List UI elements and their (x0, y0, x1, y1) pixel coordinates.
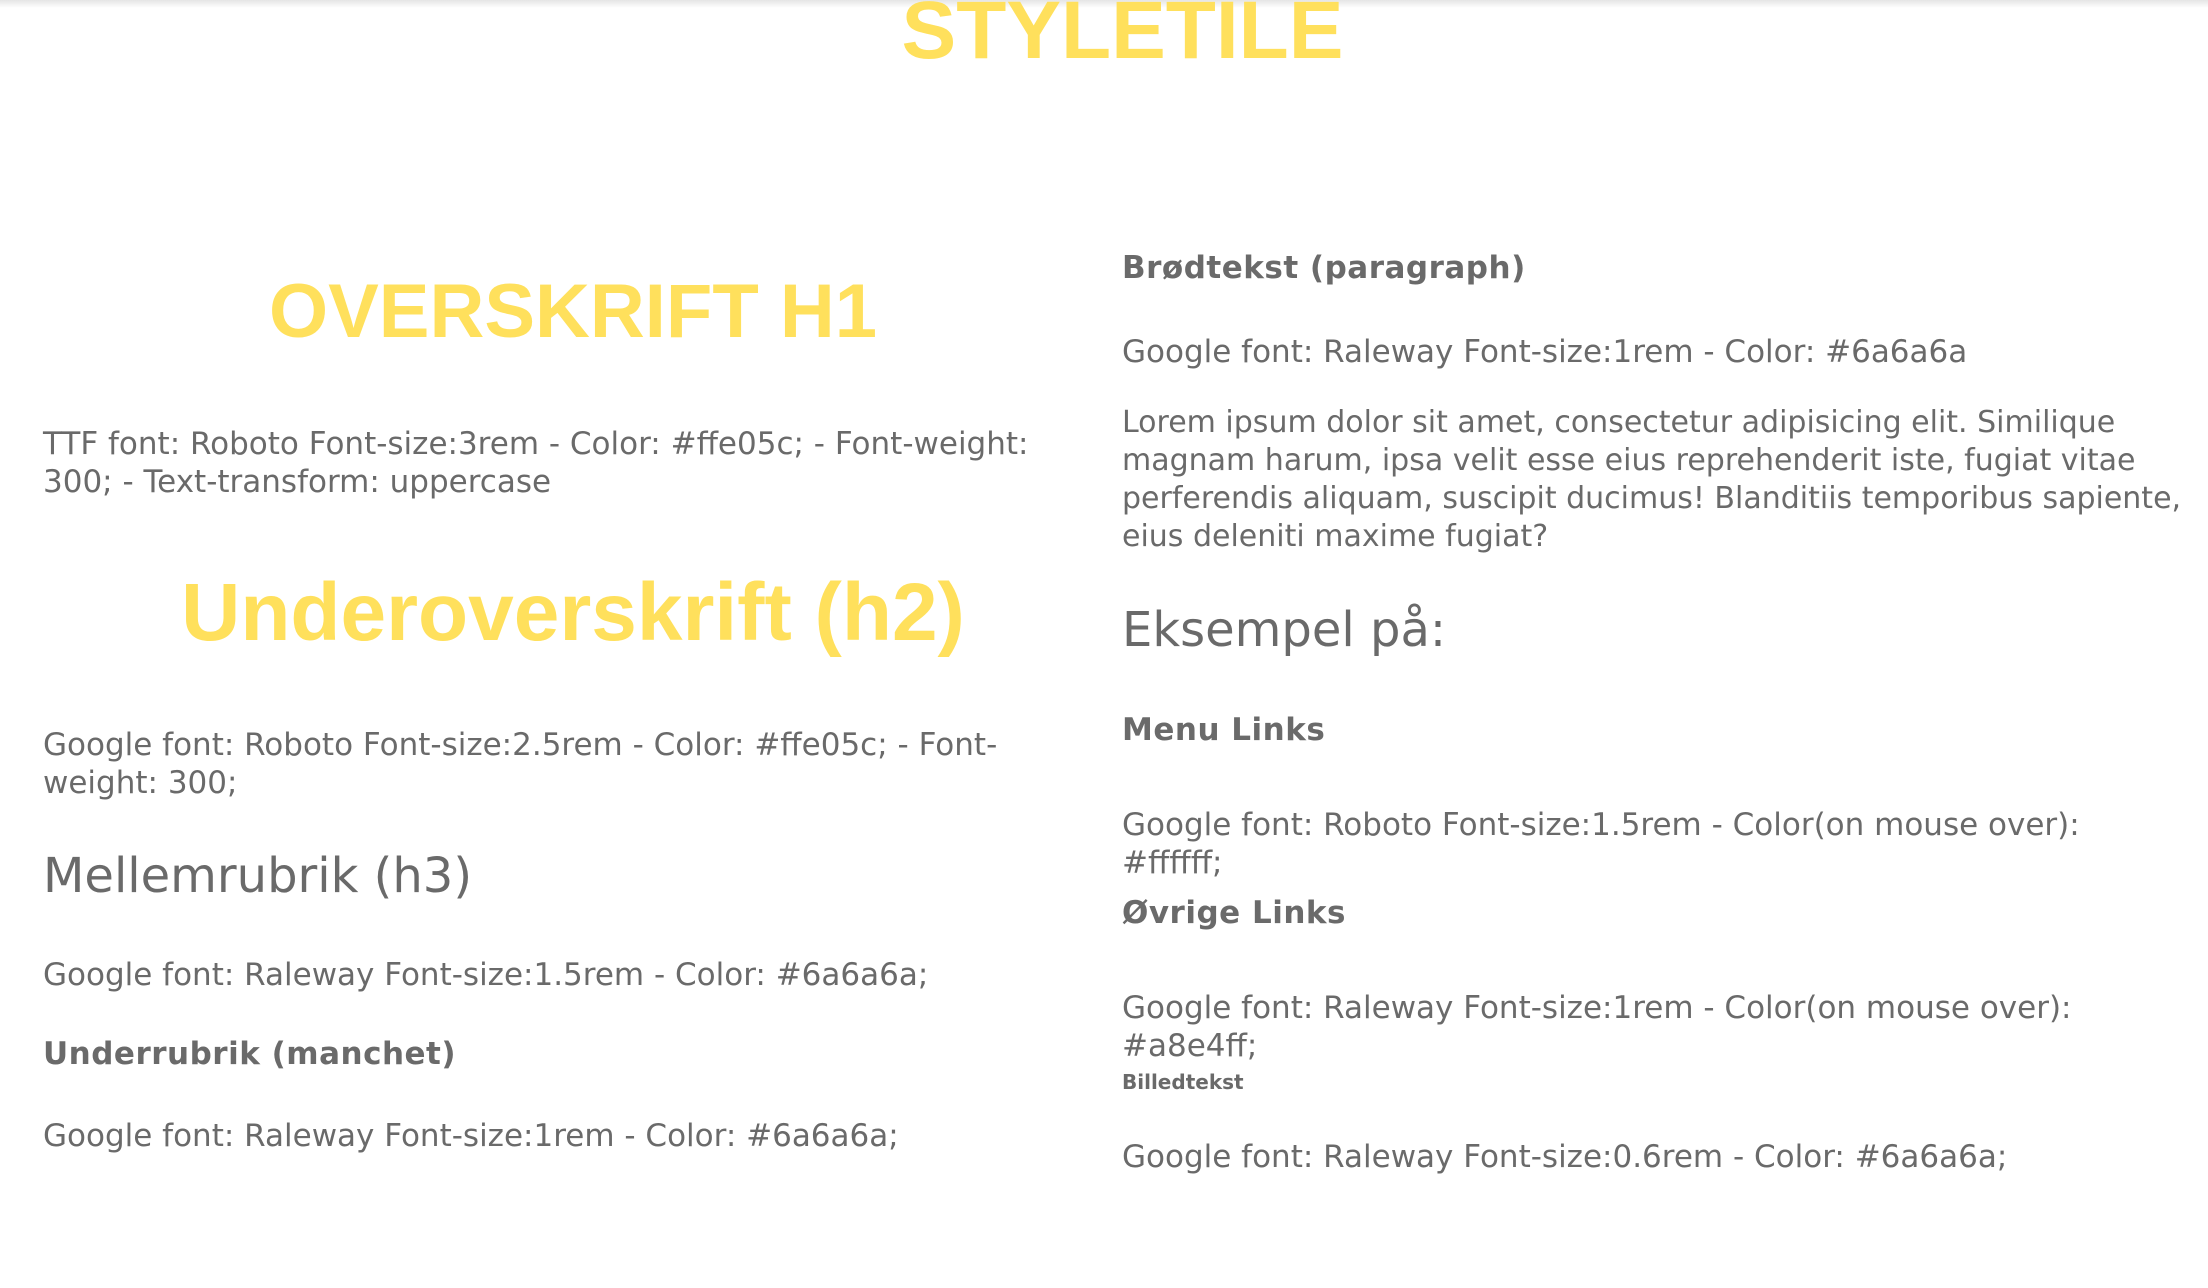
h1-sample-heading: OVERSKRIFT H1 (268, 269, 878, 354)
page-title: STYLETILE (901, 0, 1344, 76)
caption-heading: Billedtekst (1122, 1070, 1244, 1094)
paragraph-heading: Brødtekst (paragraph) (1122, 250, 1526, 286)
menu-links-heading: Menu Links (1122, 712, 1326, 748)
h4-sample-heading: Underrubrik (manchet) (43, 1036, 457, 1072)
h1-description: TTF font: Roboto Font-size:3rem - Color:… (43, 426, 1029, 500)
other-links-heading: Øvrige Links (1122, 895, 1346, 931)
caption-description: Google font: Raleway Font-size:0.6rem - … (1122, 1139, 2008, 1175)
example-heading: Eksempel på: (1122, 602, 1447, 658)
h2-description: Google font: Roboto Font-size:2.5rem - C… (43, 727, 998, 801)
h4-description: Google font: Raleway Font-size:1rem - Co… (43, 1118, 899, 1154)
h3-sample-heading: Mellemrubrik (h3) (43, 848, 473, 904)
lorem-paragraph: Lorem ipsum dolor sit amet, consectetur … (1122, 405, 2182, 554)
paragraph-description: Google font: Raleway Font-size:1rem - Co… (1122, 334, 1968, 370)
other-links-description: Google font: Raleway Font-size:1rem - Co… (1122, 990, 2072, 1064)
h2-sample-heading: Underoverskrift (h2) (181, 567, 965, 658)
menu-links-description: Google font: Roboto Font-size:1.5rem - C… (1122, 807, 2080, 881)
h3-description: Google font: Raleway Font-size:1.5rem - … (43, 957, 929, 993)
